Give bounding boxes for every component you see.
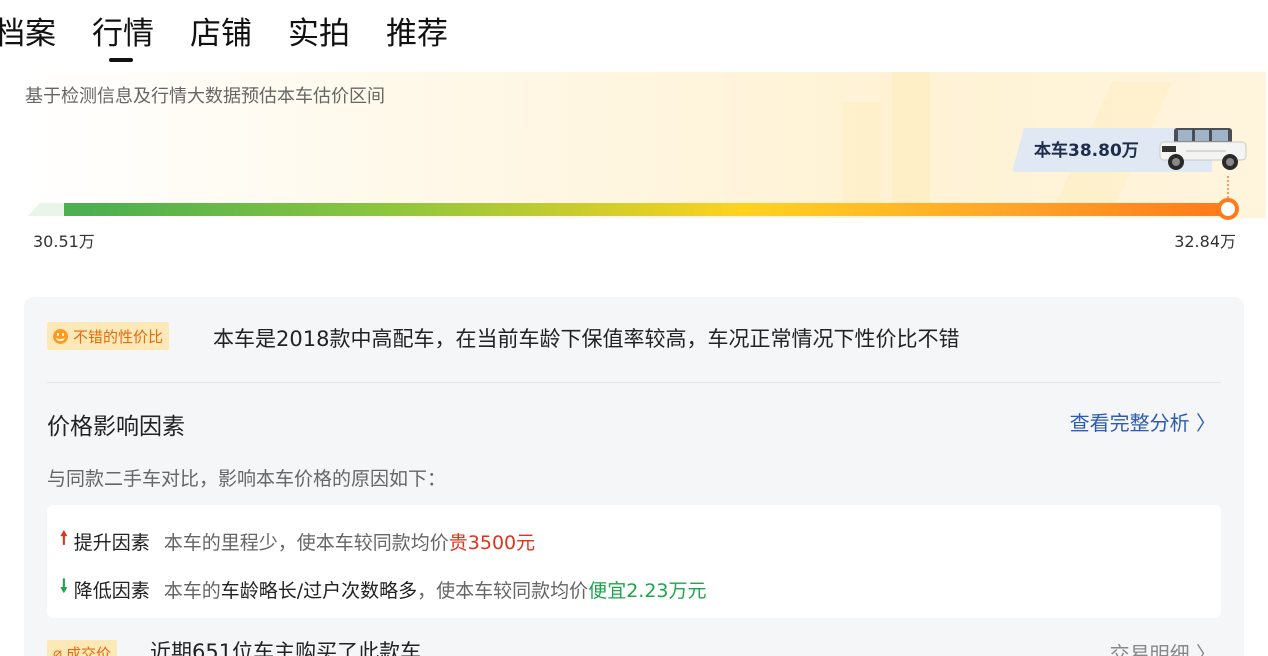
page-root: 档案 行情 店铺 实拍 推荐 基于检测信息及行情大数据预估本车估价区间 本车38… bbox=[0, 0, 1268, 656]
down-factor-reason: 车龄略长/过户次数略多 bbox=[220, 579, 418, 602]
deal-price-badge: ⌀ 成交价 bbox=[47, 640, 118, 656]
divider bbox=[47, 382, 1221, 383]
top-tabs: 档案 行情 店铺 实拍 推荐 bbox=[0, 12, 484, 62]
up-factor-value: 贵3500元 bbox=[448, 531, 536, 554]
background-decoration bbox=[842, 102, 882, 212]
tab-photos[interactable]: 实拍 bbox=[288, 12, 350, 56]
tab-market[interactable]: 行情 bbox=[92, 12, 154, 62]
price-marker-dot bbox=[1217, 198, 1239, 220]
tab-recommend[interactable]: 推荐 bbox=[386, 12, 448, 56]
range-max-value: 32.84万 bbox=[1174, 232, 1236, 251]
down-factor-desc: 本车的车龄略长/过户次数略多，使本车较同款均价便宜2.23万元 bbox=[164, 576, 707, 603]
value-badge: 不错的性价比 bbox=[47, 322, 170, 350]
range-min-value: 30.51万 bbox=[33, 232, 95, 251]
value-badge-label: 不错的性价比 bbox=[73, 327, 164, 346]
arrow-down-icon: 🠗 bbox=[60, 576, 68, 597]
background-decoration bbox=[892, 72, 930, 212]
down-factor-value: 便宜2.23万元 bbox=[588, 579, 707, 602]
down-factor-desc-text: ，使本车较同款均价 bbox=[417, 579, 589, 602]
this-car-price: 本车38.80万 bbox=[1034, 141, 1139, 161]
down-factor-label: 降低因素 bbox=[73, 579, 150, 602]
deal-price-icon: ⌀ bbox=[53, 644, 63, 656]
factors-subtitle: 与同款二手车对比，影响本车价格的原因如下： bbox=[47, 468, 447, 490]
arrow-up-icon: 🠕 bbox=[60, 528, 68, 549]
up-factor-label: 提升因素 bbox=[73, 531, 150, 554]
price-range-bar bbox=[28, 203, 1224, 216]
white-suv-image bbox=[1159, 128, 1247, 170]
estimate-description: 基于检测信息及行情大数据预估本车估价区间 bbox=[25, 86, 385, 107]
tab-archive[interactable]: 档案 bbox=[0, 12, 56, 56]
down-factor-row: 🠗 降低因素 本车的车龄略长/过户次数略多，使本车较同款均价便宜2.23万元 bbox=[60, 574, 707, 604]
tab-store[interactable]: 店铺 bbox=[190, 12, 252, 56]
price-marker-line bbox=[1227, 176, 1229, 198]
deal-summary: 近期651位车主购买了此款车 bbox=[150, 640, 422, 656]
up-factor-row: 🠕 提升因素 本车的里程少，使本车较同款均价贵3500元 bbox=[60, 526, 535, 556]
value-summary: 本车是2018款中高配车，在当前车龄下保值率较高，车况正常情况下性价比不错 bbox=[213, 327, 960, 351]
up-factor-desc: 本车的里程少，使本车较同款均价贵3500元 bbox=[164, 528, 535, 555]
up-factor-desc-text: 本车的里程少，使本车较同款均价 bbox=[163, 531, 449, 554]
deal-price-badge-label: 成交价 bbox=[66, 644, 112, 656]
down-factor-desc-text: 本车的 bbox=[163, 579, 221, 602]
factors-title: 价格影响因素 bbox=[47, 414, 185, 440]
full-analysis-link[interactable]: 查看完整分析 〉 bbox=[1070, 407, 1216, 436]
deal-detail-link[interactable]: 交易明细 〉 bbox=[1110, 638, 1216, 656]
smiley-icon bbox=[53, 328, 68, 344]
